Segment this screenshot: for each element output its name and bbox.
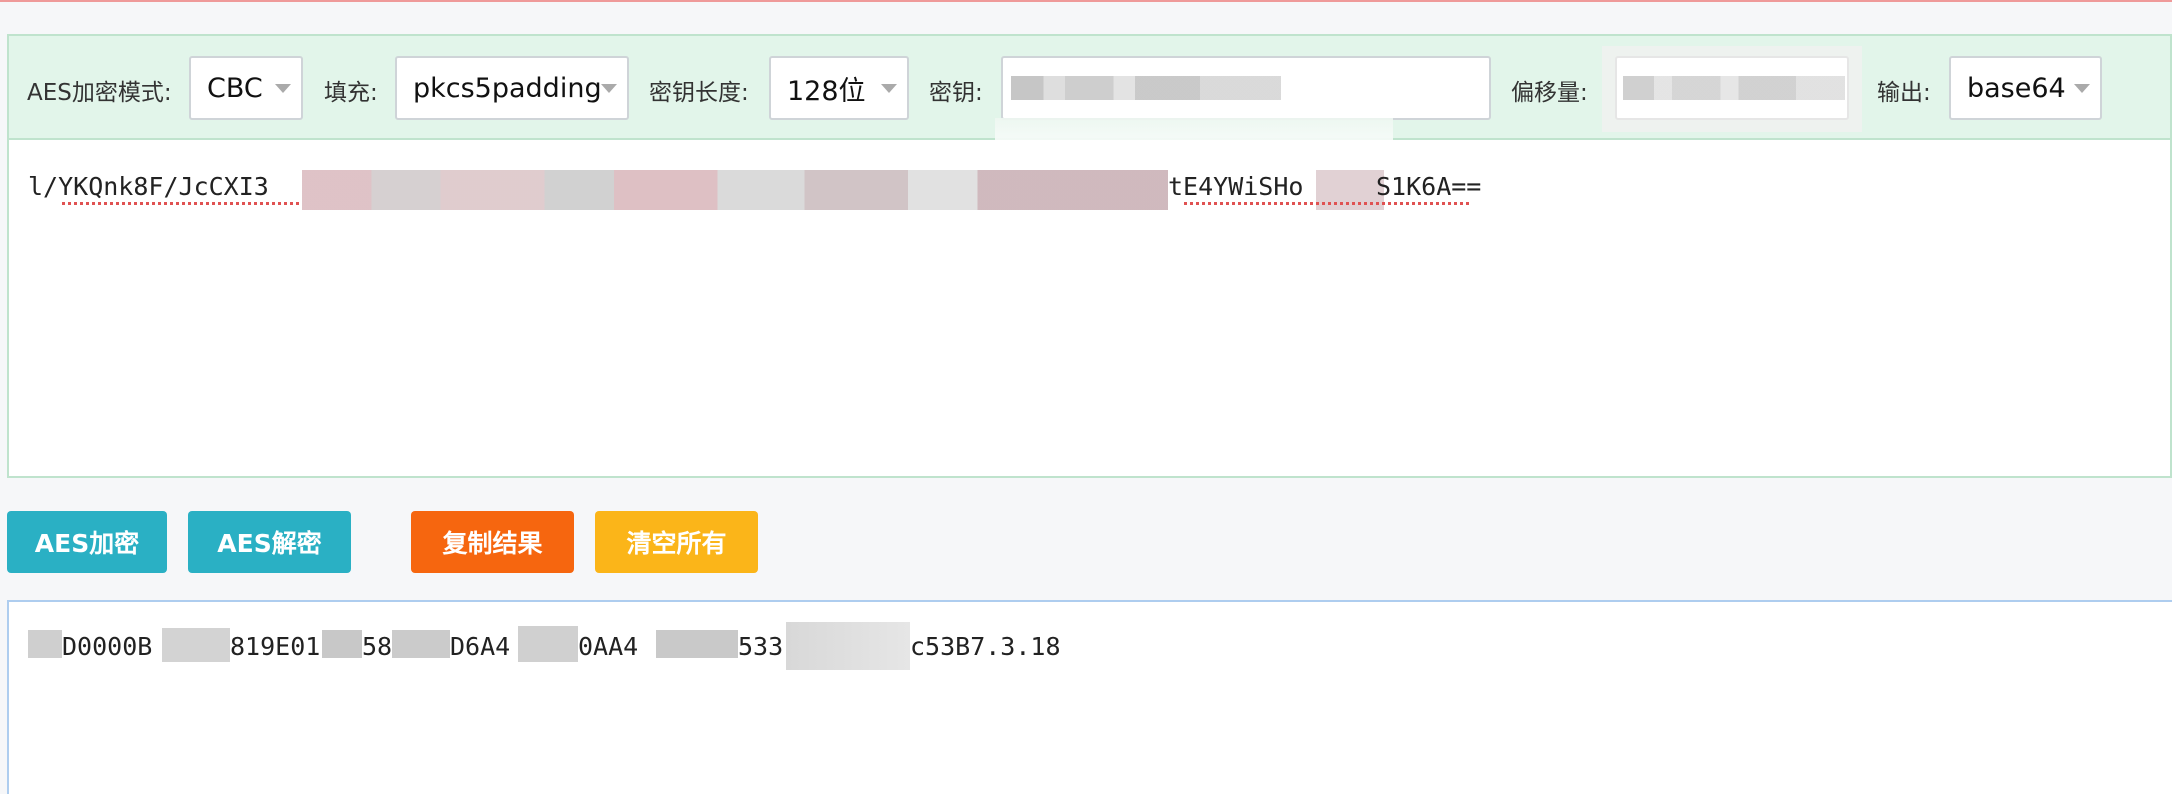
redacted-output [162,628,230,662]
output-segment: 533 [738,632,784,661]
redacted-output [786,622,910,670]
redacted-iv [1623,76,1845,100]
chevron-down-icon [275,84,291,93]
redacted-output [322,630,362,658]
redacted-output [392,630,450,658]
output-format-select[interactable]: base64 [1949,56,2102,120]
top-alert-strip [0,0,2172,2]
key-length-select[interactable]: 128位 [769,56,909,120]
redacted-output [656,630,738,658]
padding-label: 填充: [324,80,378,106]
mode-select[interactable]: CBC [189,56,303,120]
padding-select[interactable]: pkcs5padding [395,56,629,120]
mode-label: AES加密模式: [27,80,172,106]
output-segment: D6A4 [450,632,511,661]
output-segment: 0AA4 [578,632,639,661]
key-label: 密钥: [929,80,983,106]
chevron-down-icon [881,84,897,93]
output-segment: D0000B [62,632,153,661]
redacted-key [1011,76,1281,100]
redacted-output [28,630,62,658]
input-text-tail: S1K6A== [1376,172,1482,201]
spellcheck-underline [1184,202,1472,205]
clear-all-button[interactable]: 清空所有 [595,511,758,573]
iv-label: 偏移量: [1511,80,1588,106]
spellcheck-underline [62,202,302,205]
padding-select-value: pkcs5padding [413,72,602,104]
output-format-select-value: base64 [1967,72,2066,104]
output-segment: 819E01 [230,632,321,661]
aes-encrypt-button[interactable]: AES加密 [7,511,167,573]
key-input[interactable] [1001,56,1491,120]
key-length-select-value: 128位 [787,75,866,107]
output-segment: c53B7.3.18 [910,632,1061,661]
output-format-label: 输出: [1877,80,1931,106]
redacted-output [518,626,578,662]
redacted-ciphertext [302,170,1168,210]
input-text-start: l/YKQnk8F/JcCXI3 [28,172,269,201]
input-text-end: tE4YWiSHo [1168,172,1304,201]
key-length-label: 密钥长度: [649,80,749,106]
chevron-down-icon [601,84,617,93]
output-segment: 58 [362,632,393,661]
copy-result-button[interactable]: 复制结果 [411,511,574,573]
aes-decrypt-button[interactable]: AES解密 [188,511,351,573]
mode-select-value: CBC [207,72,263,104]
iv-input[interactable] [1615,56,1849,120]
chevron-down-icon [2074,84,2090,93]
